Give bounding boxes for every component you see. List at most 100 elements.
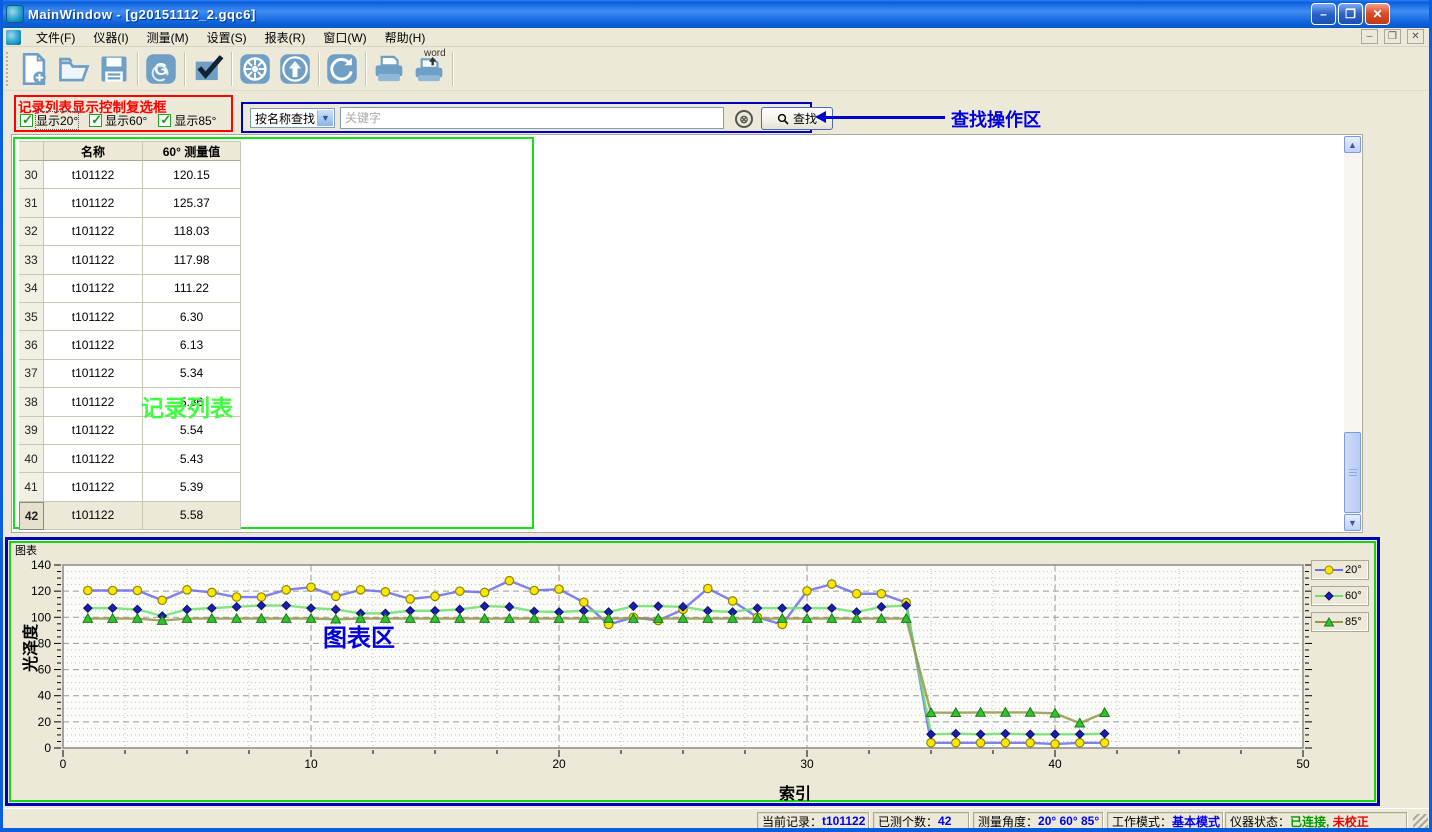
display-checkbox-2[interactable]: 显示85° bbox=[158, 112, 216, 129]
row-number: 39 bbox=[19, 417, 44, 445]
svg-text:40: 40 bbox=[1048, 757, 1062, 771]
display-control-panel: 记录列表显示控制复选框 显示20°显示60°显示85° bbox=[14, 95, 233, 132]
menu-item-4[interactable]: 报表(R) bbox=[256, 27, 315, 48]
table-row[interactable]: 35t1011226.30 bbox=[19, 303, 241, 331]
minimize-button[interactable]: – bbox=[1311, 3, 1336, 25]
measure-value: 5.58 bbox=[143, 502, 241, 530]
status-bar: 当前记录：t101122已测个数：42测量角度：20° 60° 85°工作模式：… bbox=[3, 808, 1432, 832]
toolbar-grip[interactable] bbox=[6, 52, 10, 86]
column-header[interactable]: 名称 bbox=[44, 141, 143, 161]
table-row[interactable]: 37t1011225.34 bbox=[19, 360, 241, 388]
maximize-button[interactable]: ❐ bbox=[1338, 3, 1363, 25]
search-input[interactable] bbox=[340, 107, 724, 129]
search-icon bbox=[777, 113, 789, 125]
row-number: 31 bbox=[19, 189, 44, 217]
table-row[interactable]: 41t1011225.39 bbox=[19, 473, 241, 501]
printer-icon[interactable] bbox=[369, 50, 409, 88]
table-scrollbar[interactable]: ▲ ▼ bbox=[1344, 136, 1361, 531]
chart-area-annotation: 图表区 bbox=[323, 618, 395, 653]
record-name: t101122 bbox=[44, 218, 143, 246]
table-row[interactable]: 42t1011225.58 bbox=[19, 502, 241, 530]
row-number: 32 bbox=[19, 218, 44, 246]
measure-value: 125.37 bbox=[143, 189, 241, 217]
open-folder-icon[interactable] bbox=[54, 50, 94, 88]
menu-item-0[interactable]: 文件(F) bbox=[27, 27, 84, 48]
clear-search-icon[interactable]: ⊗ bbox=[735, 110, 753, 128]
new-file-icon[interactable] bbox=[14, 50, 54, 88]
wheel-icon[interactable] bbox=[235, 50, 275, 88]
resize-grip[interactable] bbox=[1413, 814, 1428, 829]
record-table: 名称60° 测量值30t101122120.1531t101122125.373… bbox=[19, 141, 241, 525]
save-icon[interactable] bbox=[94, 50, 134, 88]
menu-item-3[interactable]: 设置(S) bbox=[198, 27, 256, 48]
legend-marker-icon bbox=[1315, 590, 1343, 602]
row-number: 40 bbox=[19, 445, 44, 473]
word-export-icon[interactable]: word bbox=[409, 50, 449, 88]
measure-value: 111.22 bbox=[143, 275, 241, 303]
row-number: 41 bbox=[19, 473, 44, 501]
table-row[interactable]: 30t101122120.15 bbox=[19, 161, 241, 189]
measure-value: 5.43 bbox=[143, 445, 241, 473]
display-checkbox-0[interactable]: 显示20° bbox=[20, 112, 78, 129]
display-checkbox-1[interactable]: 显示60° bbox=[89, 112, 147, 129]
sync-icon[interactable] bbox=[322, 50, 362, 88]
chevron-down-icon[interactable]: ▼ bbox=[317, 110, 333, 126]
svg-text:20: 20 bbox=[552, 757, 566, 771]
svg-text:10: 10 bbox=[304, 757, 318, 771]
svg-text:140: 140 bbox=[31, 558, 51, 572]
legend-item-85°[interactable]: 85° bbox=[1311, 612, 1369, 632]
measure-value: 5.39 bbox=[143, 473, 241, 501]
search-area: 按名称查找 ▼ ⊗ 查找 bbox=[241, 102, 812, 133]
column-header[interactable] bbox=[19, 141, 44, 161]
measure-value: 117.98 bbox=[143, 246, 241, 274]
chart-panel: 图表 02040608010012014001020304050 光泽度 索引 … bbox=[11, 542, 1371, 800]
checkbox-icon[interactable] bbox=[89, 114, 102, 127]
record-name: t101122 bbox=[44, 417, 143, 445]
chart-plot: 02040608010012014001020304050 bbox=[11, 542, 1371, 800]
table-row[interactable]: 31t101122125.37 bbox=[19, 189, 241, 217]
menu-item-5[interactable]: 窗口(W) bbox=[314, 27, 375, 48]
svg-text:0: 0 bbox=[60, 757, 67, 771]
legend-item-60°[interactable]: 60° bbox=[1311, 586, 1369, 606]
search-mode-select[interactable]: 按名称查找 ▼ bbox=[250, 108, 335, 128]
svg-text:30: 30 bbox=[800, 757, 814, 771]
table-row[interactable]: 40t1011225.43 bbox=[19, 445, 241, 473]
table-row[interactable]: 36t1011226.13 bbox=[19, 331, 241, 359]
scroll-up-icon[interactable]: ▲ bbox=[1344, 136, 1361, 153]
mdi-minimize-button[interactable]: – bbox=[1361, 29, 1378, 44]
mdi-close-button[interactable]: ✕ bbox=[1407, 29, 1424, 44]
row-number: 38 bbox=[19, 388, 44, 416]
close-button[interactable]: ✕ bbox=[1365, 3, 1390, 25]
menu-item-6[interactable]: 帮助(H) bbox=[376, 27, 435, 48]
menu-bar: 文件(F)仪器(I)测量(M)设置(S)报表(R)窗口(W)帮助(H) – ❐ … bbox=[3, 28, 1432, 47]
mdi-restore-button[interactable]: ❐ bbox=[1384, 29, 1401, 44]
table-row[interactable]: 34t101122111.22 bbox=[19, 275, 241, 303]
scroll-down-icon[interactable]: ▼ bbox=[1344, 514, 1361, 531]
g-refresh-icon[interactable]: G bbox=[141, 50, 181, 88]
svg-text:50: 50 bbox=[1296, 757, 1310, 771]
status-instrument: 仪器状态：已连接, 未校正 bbox=[1225, 812, 1407, 830]
svg-text:120: 120 bbox=[31, 584, 51, 598]
main-window: MainWindow - [g20151112_2.gqc6] – ❐ ✕ 文件… bbox=[0, 0, 1432, 832]
menu-item-1[interactable]: 仪器(I) bbox=[84, 27, 137, 48]
search-annotation-arrow bbox=[815, 115, 945, 121]
legend-item-20°[interactable]: 20° bbox=[1311, 560, 1369, 580]
check-measure-icon[interactable] bbox=[188, 50, 228, 88]
legend-marker-icon bbox=[1315, 616, 1343, 628]
record-name: t101122 bbox=[44, 161, 143, 189]
measure-value: 5.34 bbox=[143, 360, 241, 388]
menu-item-2[interactable]: 测量(M) bbox=[138, 27, 198, 48]
title-bar[interactable]: MainWindow - [g20151112_2.gqc6] – ❐ ✕ bbox=[0, 0, 1432, 28]
table-row[interactable]: 33t101122117.98 bbox=[19, 246, 241, 274]
scrollbar-thumb[interactable] bbox=[1344, 432, 1361, 513]
upload-icon[interactable] bbox=[275, 50, 315, 88]
checkbox-icon[interactable] bbox=[20, 114, 33, 127]
table-row[interactable]: 32t101122118.03 bbox=[19, 218, 241, 246]
search-area-annotation: 查找操作区 bbox=[951, 106, 1041, 132]
checkbox-icon[interactable] bbox=[158, 114, 171, 127]
svg-text:20: 20 bbox=[38, 715, 52, 729]
measure-value: 6.30 bbox=[143, 303, 241, 331]
document-icon[interactable] bbox=[6, 30, 21, 45]
column-header[interactable]: 60° 测量值 bbox=[143, 141, 241, 161]
row-number: 35 bbox=[19, 303, 44, 331]
